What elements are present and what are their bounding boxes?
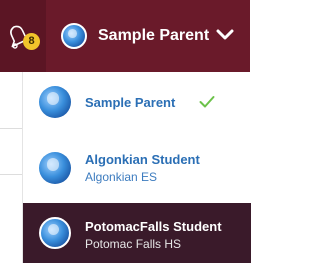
top-bar: 8 Sample Parent: [0, 0, 250, 72]
menu-item-algonkian-student[interactable]: Algonkian Student Algonkian ES: [23, 134, 251, 200]
school-name: Potomac Falls HS: [85, 237, 182, 251]
chevron-down-icon[interactable]: [216, 28, 234, 42]
avatar: [39, 217, 71, 249]
background-divider: [0, 128, 22, 129]
notifications-button[interactable]: 8: [2, 14, 42, 54]
account-switcher-menu: Sample Parent Algonkian Student Algonkia…: [22, 72, 251, 263]
avatar: [39, 152, 71, 184]
checkmark-icon: [199, 96, 215, 108]
account-name: Sample Parent: [85, 95, 176, 110]
menu-item-potomacfalls-student[interactable]: PotomacFalls Student Potomac Falls HS: [23, 203, 251, 263]
menu-item-sample-parent[interactable]: Sample Parent: [23, 72, 251, 134]
school-name: Algonkian ES: [85, 170, 158, 184]
avatar: [39, 86, 71, 118]
current-user-name[interactable]: Sample Parent: [98, 27, 209, 45]
account-name: PotomacFalls Student: [85, 219, 222, 234]
user-avatar: [61, 23, 87, 49]
notification-count-badge: 8: [23, 33, 40, 50]
background-divider: [0, 174, 22, 175]
account-name: Algonkian Student: [85, 152, 200, 167]
